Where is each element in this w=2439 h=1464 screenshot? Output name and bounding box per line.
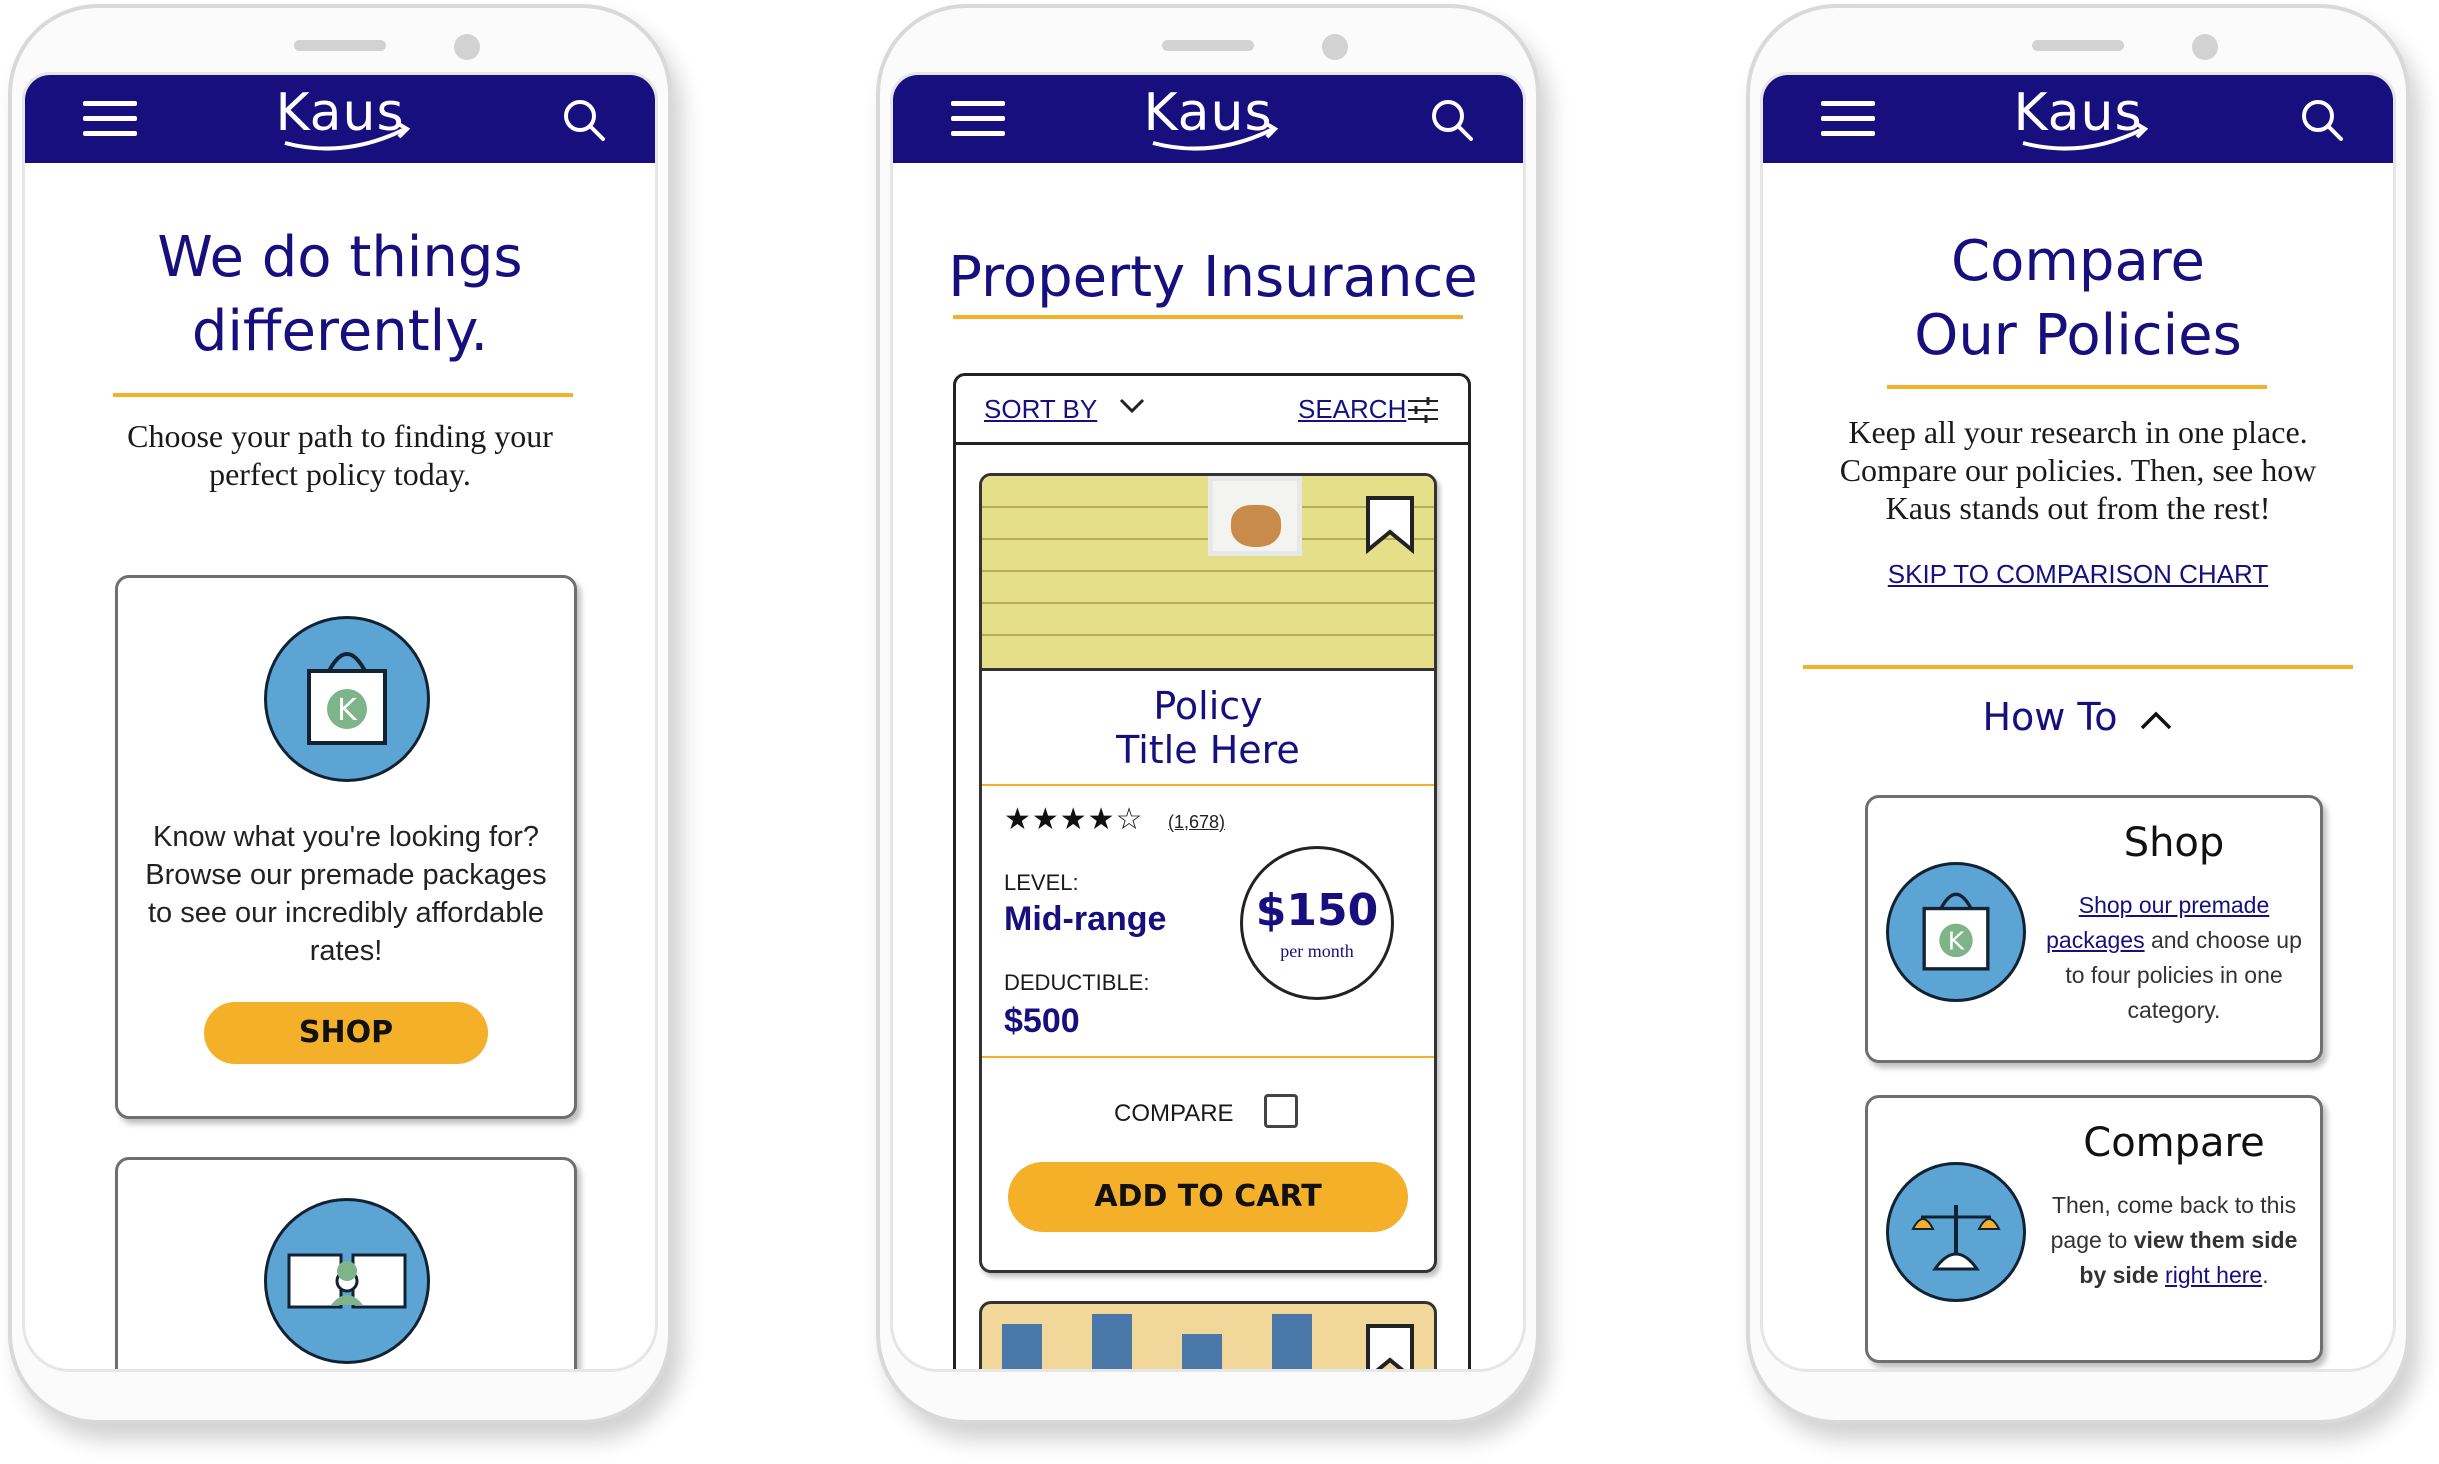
shopping-bag-icon: K	[264, 616, 430, 782]
right-here-link[interactable]: right here	[2165, 1262, 2262, 1288]
shop-card-text: Shop our premade packages and choose up …	[2038, 888, 2310, 1028]
page-title: Compare Our Policies	[1823, 225, 2333, 373]
section-divider	[1803, 665, 2353, 669]
chevron-up-icon	[2140, 711, 2171, 729]
puzzle-icon	[264, 1198, 430, 1364]
chevron-down-icon[interactable]	[1118, 396, 1146, 416]
phone-camera	[2192, 34, 2218, 60]
search-icon[interactable]	[2299, 97, 2345, 143]
policy-card-next	[979, 1301, 1437, 1372]
photo-dog	[1231, 505, 1281, 547]
deductible-label: DEDUCTIBLE:	[1004, 970, 1150, 995]
phone-frame-products: Kaus Property Insurance SORT BY SEARCH P…	[876, 4, 1540, 1424]
menu-icon[interactable]	[951, 99, 1005, 139]
compare-card-title: Compare	[2083, 1120, 2265, 1166]
price-badge: $150 per month	[1240, 846, 1394, 1000]
compare-card-body-c: .	[2262, 1262, 2269, 1288]
skip-to-chart-link: SKIP TO COMPARISON CHART	[1763, 559, 2393, 590]
price-value: $150	[1255, 885, 1379, 936]
compare-card-text: Then, come back to this page to view the…	[2038, 1188, 2310, 1293]
page-title-line2: Our Policies	[1914, 303, 2242, 368]
sort-filter-bar: SORT BY SEARCH	[956, 376, 1468, 445]
policy-title-line2: Title Here	[1116, 728, 1300, 772]
title-underline	[1887, 385, 2267, 389]
phone-camera	[454, 34, 480, 60]
scale-icon	[1886, 1162, 2026, 1302]
title-underline	[113, 393, 573, 397]
level-label: LEVEL:	[1004, 870, 1079, 895]
policy-photo	[982, 476, 1434, 671]
how-to-toggle[interactable]: How To	[1763, 695, 2393, 739]
brand-logo[interactable]: Kaus	[1123, 83, 1293, 153]
deductible-value: $500	[1004, 1002, 1080, 1040]
screen-products: Kaus Property Insurance SORT BY SEARCH P…	[890, 72, 1526, 1372]
how-to-shop-card: K Shop Shop our premade packages and cho…	[1865, 795, 2323, 1063]
phone-speaker	[1162, 40, 1254, 51]
skip-to-chart-link-text[interactable]: SKIP TO COMPARISON CHART	[1888, 559, 2268, 589]
search-icon[interactable]	[561, 97, 607, 143]
photo-window	[1208, 476, 1302, 556]
app-header: Kaus	[893, 75, 1523, 163]
shop-button[interactable]: SHOP	[204, 1002, 488, 1064]
page-title-line1: Compare	[1950, 229, 2206, 294]
phone-frame-compare: Kaus Compare Our Policies Keep all your …	[1746, 4, 2410, 1424]
how-to-label: How To	[1982, 695, 2118, 739]
bookmark-icon[interactable]	[1364, 1322, 1416, 1372]
search-filter-button[interactable]: SEARCH	[1298, 394, 1406, 425]
phone-speaker	[2032, 40, 2124, 51]
compare-label: COMPARE	[1114, 1100, 1234, 1127]
screen-compare: Kaus Compare Our Policies Keep all your …	[1760, 72, 2396, 1372]
phone-camera	[1322, 34, 1348, 60]
bookmark-icon[interactable]	[1364, 494, 1416, 554]
review-count-link[interactable]: (1,678)	[1168, 812, 1225, 833]
phone-frame-home: Kaus We do things differently. Choose yo…	[8, 4, 672, 1424]
menu-icon[interactable]	[1821, 99, 1875, 139]
divider	[982, 1056, 1434, 1058]
screen-home: Kaus We do things differently. Choose yo…	[22, 72, 658, 1372]
filter-sliders-icon[interactable]	[1406, 396, 1440, 424]
menu-icon[interactable]	[83, 99, 137, 139]
shop-card-title: Shop	[2123, 820, 2225, 866]
search-icon[interactable]	[1429, 97, 1475, 143]
level-value: Mid-range	[1004, 900, 1167, 938]
brand-logo[interactable]: Kaus	[1993, 83, 2163, 153]
star-rating: ★★★★☆	[1004, 803, 1144, 836]
page-subtitle: Keep all your research in one place. Com…	[1839, 414, 2317, 526]
compare-checkbox[interactable]	[1264, 1094, 1298, 1128]
add-to-cart-button[interactable]: ADD TO CART	[1008, 1162, 1408, 1232]
shopping-bag-icon: K	[1886, 862, 2026, 1002]
build-path-card	[115, 1157, 577, 1369]
how-to-compare-card: Compare Then, come back to this page to …	[1865, 1095, 2323, 1363]
svg-text:K: K	[337, 693, 358, 728]
policy-card: Policy Title Here ★★★★☆ (1,678) LEVEL: M…	[979, 473, 1437, 1273]
app-header: Kaus	[1763, 75, 2393, 163]
svg-text:K: K	[1948, 927, 1965, 956]
title-underline	[953, 315, 1463, 319]
page-subtitle: Choose your path to finding your perfect…	[127, 418, 553, 492]
phone-speaker	[294, 40, 386, 51]
brand-logo[interactable]: Kaus	[255, 83, 425, 153]
policy-title-line1: Policy	[1153, 684, 1263, 728]
divider	[982, 784, 1434, 786]
policy-title: Policy Title Here	[982, 684, 1434, 772]
shop-path-description: Know what you're looking for? Browse our…	[145, 821, 547, 967]
page-title: Property Insurance	[948, 245, 1478, 310]
page-title: We do things differently.	[157, 225, 523, 364]
price-unit: per month	[1280, 941, 1354, 961]
sort-by-button[interactable]: SORT BY	[984, 394, 1097, 425]
shop-path-card: K Know what you're looking for? Browse o…	[115, 575, 577, 1119]
app-header: Kaus	[25, 75, 655, 163]
